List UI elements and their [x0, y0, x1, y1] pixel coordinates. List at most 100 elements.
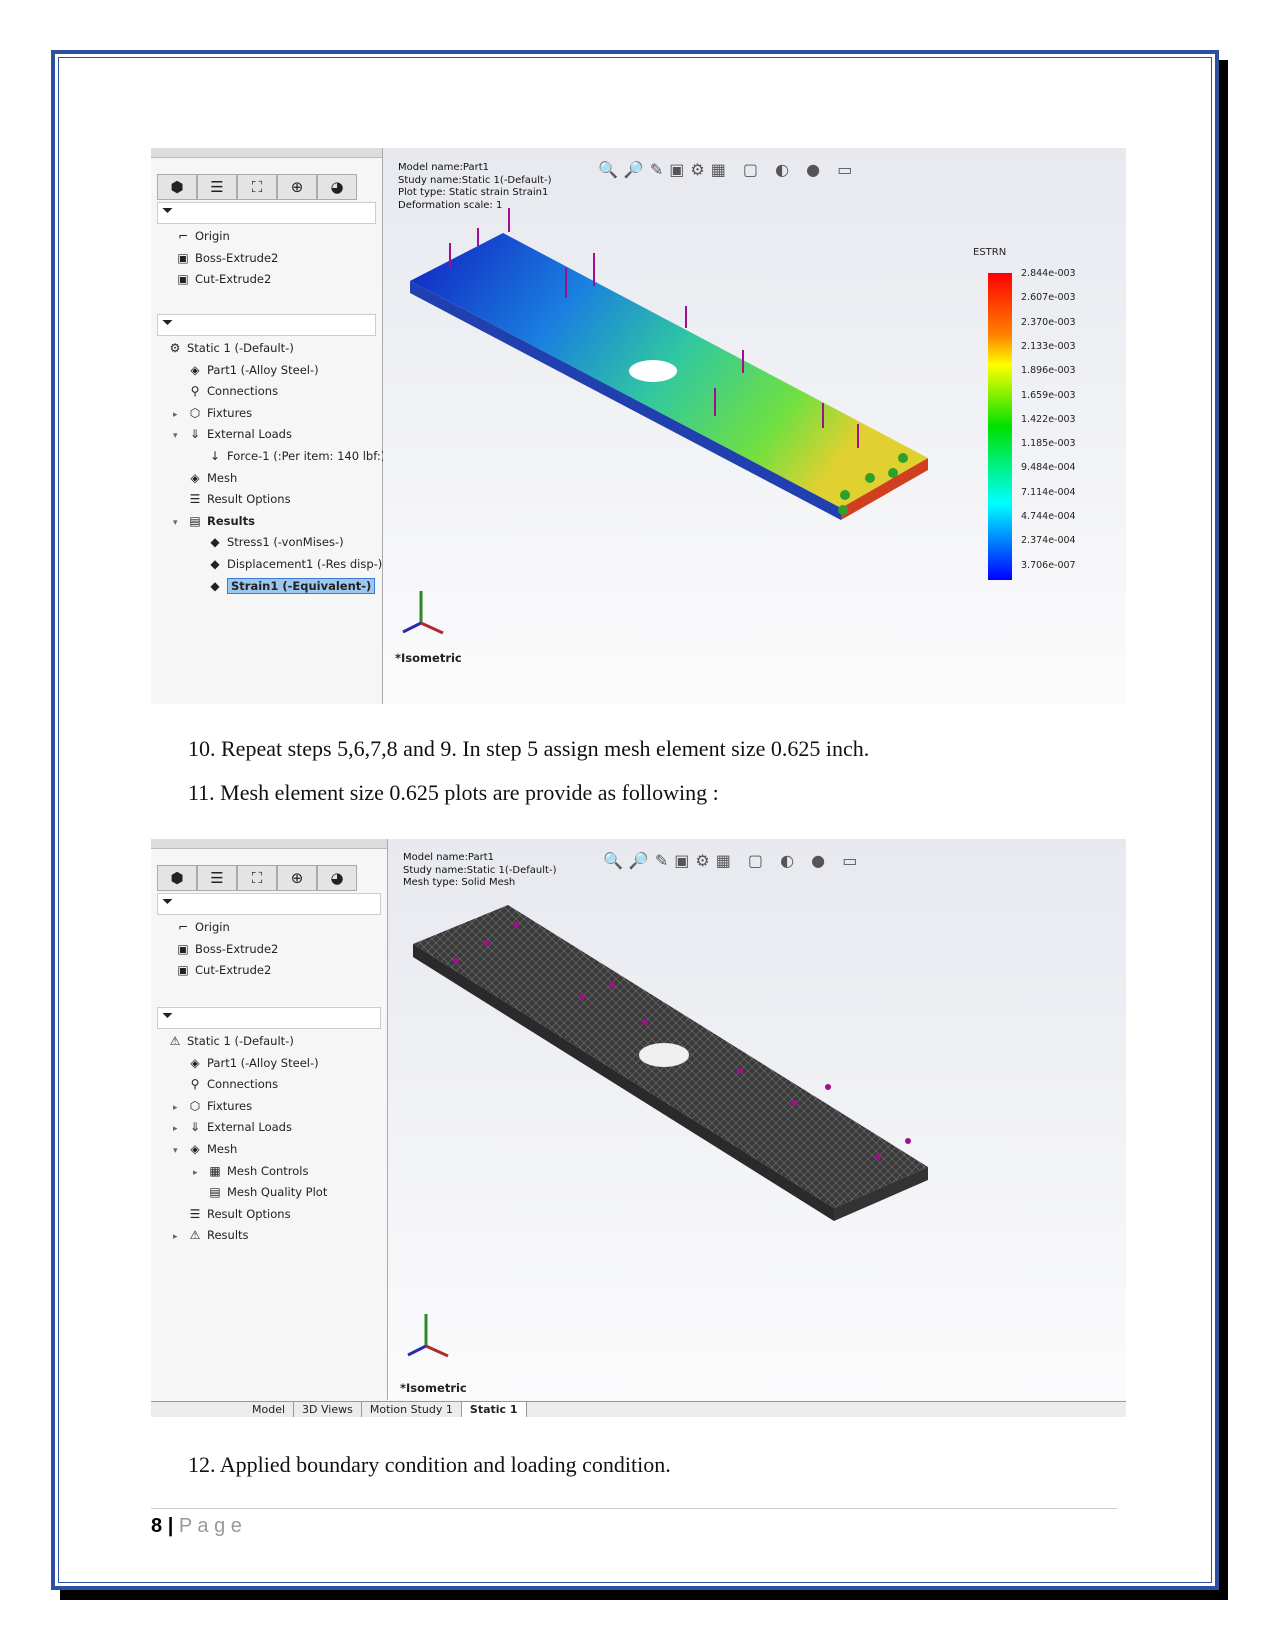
tree-item[interactable]: ▸ ⬡ Fixtures — [153, 1096, 387, 1118]
tree-item[interactable]: ▾ ◈ Mesh — [153, 1139, 387, 1161]
tree-item[interactable]: ⌐ Origin — [157, 226, 382, 248]
legend-tick-label: 1.896e-003 — [1021, 365, 1076, 377]
target-icon[interactable]: ⊕ — [277, 865, 317, 891]
tree-node-icon: ◈ — [190, 470, 200, 485]
expand-arrow-icon[interactable]: ▾ — [173, 513, 187, 535]
tree-item-label: Connections — [207, 1077, 279, 1092]
legend-tick-label: 2.844e-003 — [1021, 268, 1076, 279]
tree-item[interactable]: ▾ ▤ Results — [153, 511, 382, 533]
tree-item-label: Cut-Extrude2 — [195, 272, 272, 287]
graphics-viewport[interactable]: Model name:Part1 Study name:Static 1(-Def… — [388, 839, 1126, 1400]
tree-item[interactable]: ◆ Displacement1 (-Res disp-) — [153, 554, 382, 576]
feature-tree-icon[interactable]: ☰ — [197, 174, 237, 200]
tree-node-icon: ⚙ — [169, 341, 181, 355]
tree-item[interactable]: ◆ Strain1 (-Equivalent-) — [153, 576, 382, 598]
tree-item[interactable]: ◈ Part1 (-Alloy Steel-) — [153, 1053, 387, 1075]
tree-node-icon: ⬡ — [189, 405, 201, 420]
page-footer: 8 | P a g e — [151, 1508, 1117, 1538]
expand-arrow-icon[interactable]: ▾ — [173, 426, 187, 448]
tree-item[interactable]: ▸ ▦ Mesh Controls — [153, 1161, 387, 1183]
feature-manager-panel: ⬢ ☰ ⛶ ⊕ ◕ ⏷ ⌐ Origin ▣ Boss-Extrude2 ▣ Cut-Extrud… — [151, 148, 386, 704]
tree-item-label: Connections — [207, 384, 279, 399]
tree-item[interactable]: ☰ Result Options — [153, 489, 382, 511]
filter-icon[interactable]: ⏷ — [157, 1007, 381, 1029]
tree-node-icon: ▦ — [209, 1163, 221, 1178]
target-icon[interactable]: ⊕ — [277, 174, 317, 200]
hole — [629, 360, 677, 382]
legend-tick-label: 1.185e-003 — [1021, 438, 1076, 450]
tree-item[interactable]: ⚲ Connections — [153, 1074, 387, 1096]
graphics-viewport[interactable]: Model name:Part1 Study name:Static 1(-Def… — [383, 148, 1126, 704]
bottom-tab-bar: Model 3D Views Motion Study 1 Static 1 — [151, 1401, 1126, 1417]
tree-item-label: External Loads — [207, 1120, 292, 1135]
tree-item[interactable]: ◆ Stress1 (-vonMises-) — [153, 532, 382, 554]
tree-node-icon: ▤ — [189, 513, 201, 528]
tree-item[interactable]: ▸ ⚠ Results — [153, 1225, 387, 1247]
expand-arrow-icon[interactable]: ▸ — [173, 1227, 187, 1249]
part-icon[interactable]: ⬢ — [157, 865, 197, 891]
tree-node-icon: ⬡ — [189, 1098, 201, 1113]
tab-motion-study[interactable]: Motion Study 1 — [362, 1402, 462, 1417]
expand-arrow-icon[interactable]: ▾ — [173, 1141, 187, 1163]
expand-arrow-icon[interactable]: ▸ — [193, 1163, 207, 1185]
tree-item[interactable]: ▾ ⇓ External Loads — [153, 424, 382, 446]
expand-arrow-icon[interactable]: ▸ — [173, 405, 187, 427]
tree-item-label: Mesh — [207, 1141, 238, 1156]
tree-item-label: Force-1 (:Per item: 140 lbf:) — [227, 448, 386, 463]
view-orientation-label: *Isometric — [395, 651, 462, 665]
tab-model[interactable]: Model — [244, 1402, 295, 1417]
filter-icon[interactable]: ⏷ — [157, 314, 376, 336]
feature-icon: ▣ — [177, 963, 189, 978]
appearance-icon[interactable]: ◕ — [317, 865, 357, 891]
part-icon[interactable]: ⬢ — [157, 174, 197, 200]
tree-item[interactable]: ▣ Cut-Extrude2 — [157, 269, 382, 291]
filter-icon[interactable]: ⏷ — [157, 893, 381, 915]
config-icon[interactable]: ⛶ — [237, 174, 277, 200]
tree-item[interactable]: ▸ ⇓ External Loads — [153, 1117, 387, 1139]
tree-item[interactable]: ▤ Mesh Quality Plot — [153, 1182, 387, 1204]
step-12-text: 12. Applied boundary condition and loadi… — [188, 1452, 671, 1477]
tree-item-label: Fixtures — [207, 1098, 253, 1113]
tree-item[interactable]: ⌐ Origin — [157, 917, 387, 939]
expand-arrow-icon[interactable]: ▸ — [173, 1098, 187, 1120]
view-orientation-label: *Isometric — [400, 1381, 467, 1395]
tab-static-1[interactable]: Static 1 — [461, 1402, 527, 1417]
tab-3d-views[interactable]: 3D Views — [294, 1402, 362, 1417]
config-icon[interactable]: ⛶ — [237, 865, 277, 891]
tree-node-icon: ◆ — [210, 578, 220, 593]
legend-tick-label: 2.374e-004 — [1021, 535, 1076, 547]
tree-item[interactable]: ↓ Force-1 (:Per item: 140 lbf:) — [153, 446, 386, 468]
tree-item[interactable]: ⚠ Static 1 (-Default-) — [153, 1031, 387, 1053]
expand-arrow-icon[interactable]: ▸ — [173, 1119, 187, 1141]
strain-plot-screenshot: ⬢ ☰ ⛶ ⊕ ◕ ⏷ ⌐ Origin ▣ Boss-Extrude2 ▣ Cut-Extrud… — [151, 148, 1126, 704]
panel-icon-bar: ⬢ ☰ ⛶ ⊕ ◕ — [157, 174, 376, 200]
legend-tick-label: 2.370e-003 — [1021, 316, 1076, 328]
tree-item[interactable]: ◈ Part1 (-Alloy Steel-) — [153, 360, 382, 382]
legend-title: ESTRN — [973, 247, 1007, 258]
appearance-icon[interactable]: ◕ — [317, 174, 357, 200]
tree-node-icon: ⇓ — [189, 427, 201, 442]
command-tabs — [151, 839, 387, 849]
filter-icon[interactable]: ⏷ — [157, 202, 376, 224]
footer-separator: | — [167, 1515, 174, 1537]
legend-tick-label: 2.133e-003 — [1021, 340, 1076, 352]
strain-model — [402, 208, 928, 635]
tree-item[interactable]: ⚲ Connections — [153, 381, 382, 403]
tree-node-icon: ☰ — [189, 1206, 201, 1221]
tree-item-label: Fixtures — [207, 405, 253, 420]
tree-item[interactable]: ▣ Cut-Extrude2 — [157, 960, 387, 982]
tree-item[interactable]: ◈ Mesh — [153, 468, 382, 490]
tree-item[interactable]: ▣ Boss-Extrude2 — [157, 248, 382, 270]
tree-node-icon: ◆ — [210, 556, 220, 571]
legend-tick-label: 2.607e-003 — [1021, 292, 1076, 304]
tree-item[interactable]: ▸ ⬡ Fixtures — [153, 403, 382, 425]
tree-item-label: Part1 (-Alloy Steel-) — [207, 362, 319, 377]
tree-node-icon: ▤ — [209, 1185, 221, 1200]
tree-item[interactable]: ☰ Result Options — [153, 1204, 387, 1226]
mesh-plot-screenshot: ⬢ ☰ ⛶ ⊕ ◕ ⏷ ⌐ Origin ▣ Boss-Extrude2 ▣ Cut-Extrud… — [151, 839, 1126, 1417]
feature-tree-icon[interactable]: ☰ — [197, 865, 237, 891]
tree-item[interactable]: ▣ Boss-Extrude2 — [157, 939, 387, 961]
tree-item[interactable]: ⚙ Static 1 (-Default-) — [153, 338, 382, 360]
tree-item-label: Origin — [195, 229, 230, 243]
tree-item-label: Strain1 (-Equivalent-) — [227, 577, 376, 594]
